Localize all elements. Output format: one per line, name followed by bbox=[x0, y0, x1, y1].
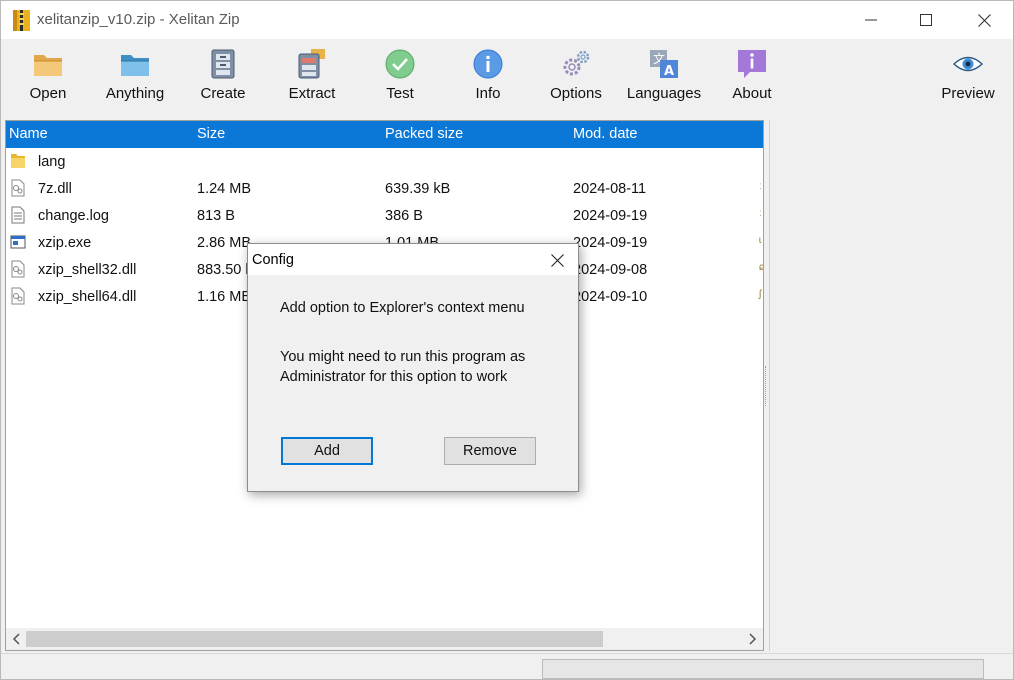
dll-file-icon bbox=[11, 179, 25, 197]
exe-file-icon bbox=[10, 235, 26, 249]
open-folder-icon bbox=[34, 55, 62, 76]
truncated-column-marker: ː bbox=[759, 181, 762, 192]
dll-file-icon bbox=[11, 260, 25, 278]
config-dialog: Config Add option to Explorer's context … bbox=[247, 243, 579, 492]
file-mod-date: 2024-09-19 bbox=[573, 235, 648, 251]
anything-button[interactable]: Anything bbox=[93, 49, 177, 111]
folder-icon bbox=[11, 154, 25, 168]
info-icon bbox=[473, 49, 503, 79]
truncated-column-marker: ɩ bbox=[759, 235, 762, 246]
splitter-handle[interactable] bbox=[765, 366, 768, 406]
file-name: xzip_shell32.dll bbox=[38, 262, 137, 278]
minimize-icon bbox=[865, 19, 877, 21]
scroll-right-icon[interactable] bbox=[745, 631, 759, 647]
minimize-button[interactable] bbox=[843, 1, 899, 39]
scroll-left-icon[interactable] bbox=[10, 631, 24, 647]
dialog-title: Config bbox=[252, 252, 294, 268]
languages-button[interactable]: 文 A Languages bbox=[622, 49, 706, 111]
file-mod-date: 2024-09-10 bbox=[573, 289, 648, 305]
column-header-name[interactable]: Name bbox=[9, 126, 48, 142]
app-window: xelitanzip_v10.zip - Xelitan Zip Open An… bbox=[0, 0, 1014, 680]
close-icon bbox=[550, 253, 564, 267]
dialog-message: Add option to Explorer's context menu bbox=[280, 300, 525, 316]
dialog-close-button[interactable] bbox=[542, 247, 572, 273]
toolbar: Open Anything Create Extract Test Info O… bbox=[1, 39, 1013, 115]
window-title: xelitanzip_v10.zip - Xelitan Zip bbox=[37, 11, 240, 28]
dialog-note-line1: You might need to run this program as bbox=[280, 349, 526, 365]
file-name: change.log bbox=[38, 208, 109, 224]
preview-button[interactable]: Preview bbox=[926, 49, 1010, 111]
file-mod-date: 2024-09-19 bbox=[573, 208, 648, 224]
app-logo-icon bbox=[13, 10, 30, 31]
file-row[interactable]: lang bbox=[6, 148, 763, 175]
status-bar bbox=[1, 653, 1013, 679]
file-size: 883.50 k bbox=[197, 262, 253, 278]
create-archive-icon bbox=[211, 49, 235, 79]
file-name: xzip_shell64.dll bbox=[38, 289, 137, 305]
truncated-column-marker: ɕ bbox=[759, 262, 764, 273]
dialog-note-line2: Administrator for this option to work bbox=[280, 369, 508, 385]
file-name: lang bbox=[38, 154, 66, 170]
file-mod-date: 2024-09-08 bbox=[573, 262, 648, 278]
about-button[interactable]: About bbox=[710, 49, 794, 111]
file-size: 2.86 MB bbox=[197, 235, 251, 251]
options-button[interactable]: Options bbox=[534, 49, 618, 111]
about-icon bbox=[738, 50, 766, 78]
progress-bar bbox=[542, 659, 984, 679]
file-row[interactable]: 7z.dll 1.24 MB 639.39 kB 2024-08-11 ː bbox=[6, 175, 763, 202]
file-row[interactable]: change.log 813 B 386 B 2024-09-19 ː bbox=[6, 202, 763, 229]
file-packed-size: 639.39 kB bbox=[385, 181, 451, 197]
create-button[interactable]: Create bbox=[181, 49, 265, 111]
svg-text:A: A bbox=[664, 64, 674, 79]
column-header-packed-size[interactable]: Packed size bbox=[385, 126, 463, 142]
preview-panel bbox=[769, 120, 1013, 651]
eye-icon bbox=[952, 56, 984, 72]
remove-button[interactable]: Remove bbox=[444, 437, 536, 465]
extract-button[interactable]: Extract bbox=[270, 49, 354, 111]
truncated-column-marker: ː bbox=[759, 208, 762, 219]
blue-folder-icon bbox=[121, 55, 149, 76]
test-button[interactable]: Test bbox=[358, 49, 442, 111]
file-size: 813 B bbox=[197, 208, 235, 224]
gears-icon bbox=[563, 50, 590, 76]
maximize-icon bbox=[920, 14, 932, 26]
file-name: xzip.exe bbox=[38, 235, 92, 251]
column-header-size[interactable]: Size bbox=[197, 126, 225, 142]
dll-file-icon bbox=[11, 287, 25, 305]
truncated-column-marker: ʃ bbox=[759, 289, 762, 300]
list-header: Name Size Packed size Mod. date bbox=[6, 121, 763, 148]
dialog-title-bar: Config bbox=[248, 244, 578, 275]
text-file-icon bbox=[11, 206, 25, 224]
add-button[interactable]: Add bbox=[281, 437, 373, 465]
close-icon bbox=[977, 13, 991, 27]
file-packed-size: 386 B bbox=[385, 208, 423, 224]
info-button[interactable]: Info bbox=[446, 49, 530, 111]
file-name: 7z.dll bbox=[38, 181, 72, 197]
open-button[interactable]: Open bbox=[6, 49, 90, 111]
file-size: 1.24 MB bbox=[197, 181, 251, 197]
close-button[interactable] bbox=[956, 1, 1012, 39]
column-header-mod-date[interactable]: Mod. date bbox=[573, 126, 638, 142]
file-size: 1.16 MB bbox=[197, 289, 251, 305]
title-bar: xelitanzip_v10.zip - Xelitan Zip bbox=[1, 1, 1013, 39]
scrollbar-thumb[interactable] bbox=[26, 631, 603, 647]
horizontal-scrollbar[interactable] bbox=[6, 628, 763, 650]
languages-icon: 文 A bbox=[650, 50, 678, 79]
extract-archive-icon bbox=[298, 49, 325, 79]
maximize-button[interactable] bbox=[898, 1, 954, 39]
check-circle-icon bbox=[385, 49, 415, 79]
file-mod-date: 2024-08-11 bbox=[573, 181, 647, 197]
